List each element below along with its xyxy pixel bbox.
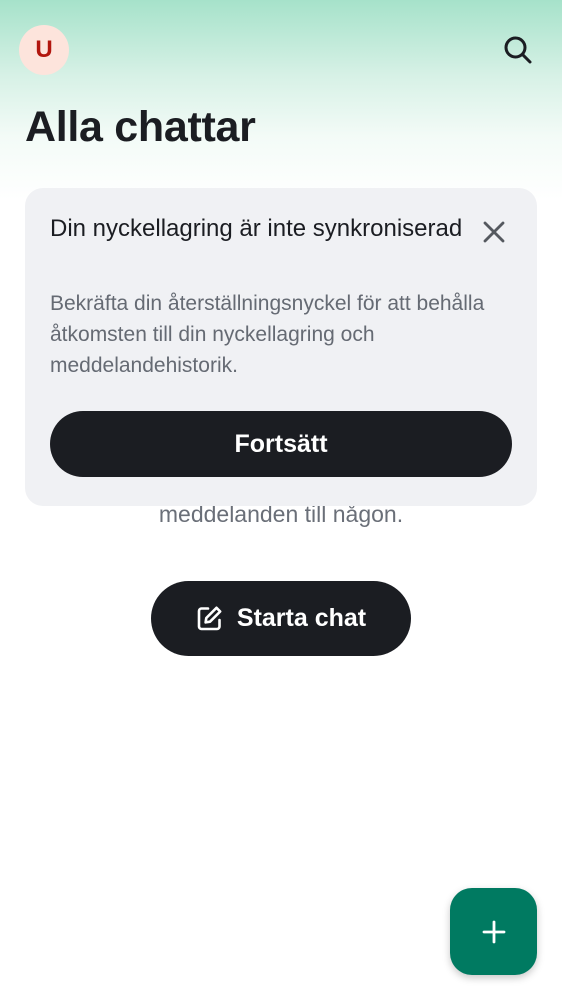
start-chat-label: Starta chat [236, 604, 367, 632]
banner-close-button[interactable] [477, 215, 511, 249]
key-storage-banner: Din nyckellagring är inte synkroniserad … [25, 188, 537, 506]
plus-icon [482, 920, 505, 943]
compose-icon [196, 605, 223, 632]
search-icon [504, 36, 532, 64]
avatar-letter: U [35, 36, 53, 63]
start-chat-button[interactable]: Starta chat [151, 581, 411, 656]
banner-body: Bekräfta din återställningsnyckel för at… [50, 292, 485, 377]
user-avatar[interactable]: U [19, 25, 69, 75]
new-chat-fab[interactable] [450, 888, 537, 975]
page-title: Alla chattar [25, 103, 256, 151]
search-button[interactable] [496, 28, 540, 72]
banner-title: Din nyckellagring är inte synkroniserad [50, 215, 463, 242]
close-icon [483, 221, 505, 243]
continue-button[interactable]: Fortsätt [50, 411, 512, 477]
